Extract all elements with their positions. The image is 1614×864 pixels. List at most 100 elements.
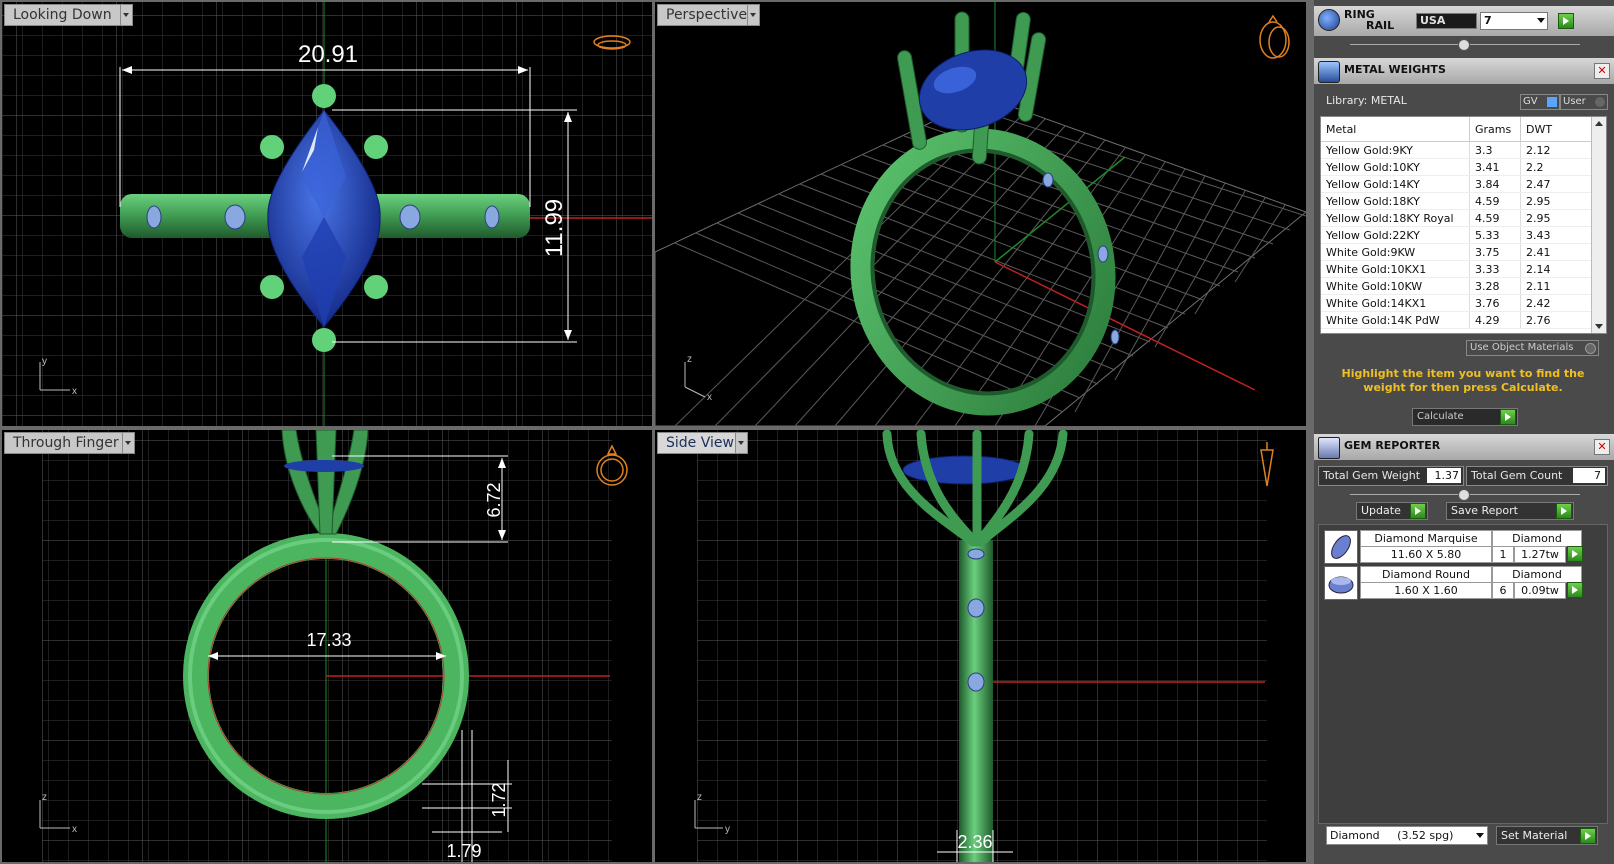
metal-table-row[interactable]: Yellow Gold:18KY 4.59 2.95 — [1321, 192, 1606, 210]
metal-table-row[interactable]: Yellow Gold:9KY 3.3 2.12 — [1321, 141, 1606, 159]
metal-table-row[interactable]: Yellow Gold:18KY Royal 4.59 2.95 — [1321, 209, 1606, 227]
grams-cell: 3.75 — [1469, 243, 1521, 261]
gem-select-button[interactable] — [1567, 546, 1583, 562]
viewport-side-title[interactable]: Side View — [657, 432, 743, 454]
ring-size-system[interactable]: USA — [1416, 13, 1477, 29]
metal-table-row[interactable]: White Gold:10KW 3.28 2.11 — [1321, 277, 1606, 295]
metal-table-row[interactable]: White Gold:14K PdW 4.29 2.76 — [1321, 311, 1606, 329]
set-material-button[interactable]: Set Material — [1496, 826, 1598, 845]
user-toggle[interactable]: User — [1560, 94, 1608, 110]
gem-select-button[interactable] — [1567, 582, 1583, 598]
metal-weights-header: METAL WEIGHTS ✕ — [1314, 58, 1614, 84]
metal-weights-hint: Highlight the item you want to find the … — [1341, 367, 1585, 394]
view-orient-icon-perspective[interactable] — [1259, 14, 1290, 59]
use-object-materials-label: Use Object Materials — [1470, 342, 1574, 353]
viewport-perspective[interactable]: zx Perspective — [655, 2, 1306, 426]
calculate-button[interactable]: Calculate — [1412, 408, 1518, 426]
ring-rail-slider[interactable] — [1350, 39, 1580, 51]
ring-size-value: 7 — [1484, 14, 1492, 27]
metal-table-row[interactable]: White Gold:14KX1 3.76 2.42 — [1321, 294, 1606, 312]
dim-prong-height-label: 6.72 — [484, 482, 504, 517]
save-report-button[interactable]: Save Report — [1446, 502, 1574, 520]
grams-column-header[interactable]: Grams — [1469, 117, 1521, 142]
metal-name-cell: Yellow Gold:22KY — [1321, 226, 1470, 244]
viewport-front[interactable]: 17.33 6.72 1.72 1.79 z x Through Finger — [2, 430, 652, 862]
total-gem-count-box: Total Gem Count 7 — [1466, 466, 1608, 486]
viewport-side-menu-arrow[interactable] — [735, 432, 748, 454]
gem-size: 1.60 X 1.60 — [1360, 582, 1492, 599]
viewport-perspective-canvas: zx — [655, 2, 1306, 426]
ring-rail-apply-button[interactable] — [1558, 13, 1574, 29]
metal-name-cell: Yellow Gold:9KY — [1321, 141, 1470, 159]
viewport-front-title[interactable]: Through Finger — [4, 432, 128, 454]
total-gem-weight-value: 1.37 — [1427, 468, 1461, 483]
metal-table-row[interactable]: Yellow Gold:22KY 5.33 3.43 — [1321, 226, 1606, 244]
viewport-side[interactable]: 2.36 z y Side View — [655, 430, 1306, 862]
gem-reporter-icon — [1318, 437, 1340, 459]
viewport-top-menu-arrow[interactable] — [120, 4, 133, 26]
metal-name-cell: White Gold:9KW — [1321, 243, 1470, 261]
dim-inner-diameter-label: 17.33 — [306, 630, 351, 650]
metal-table: Metal Grams DWT Yellow Gold:9KY 3.3 2.12 Ye… — [1321, 117, 1606, 329]
gem-material-dropdown[interactable]: Diamond (3.52 spg) — [1326, 826, 1488, 845]
update-button-label: Update — [1361, 504, 1401, 517]
gem-weight: 1.27tw — [1514, 546, 1566, 563]
metal-library-label: Library: METAL — [1326, 94, 1407, 107]
svg-text:z: z — [697, 792, 702, 803]
metal-table-container[interactable]: Metal Grams DWT Yellow Gold:9KY 3.3 2.12 Ye… — [1320, 116, 1607, 334]
metal-table-row[interactable]: White Gold:10KX1 3.33 2.14 — [1321, 260, 1606, 278]
gem-size: 11.60 X 5.80 — [1360, 546, 1492, 563]
viewport-front-menu-arrow[interactable] — [122, 432, 135, 454]
metal-weights-icon — [1318, 61, 1340, 83]
metal-weights-title: METAL WEIGHTS — [1344, 63, 1446, 76]
viewport-top-title[interactable]: Looking Down — [4, 4, 121, 26]
metal-name-cell: White Gold:14KX1 — [1321, 294, 1470, 312]
metal-table-row[interactable]: White Gold:9KW 3.75 2.41 — [1321, 243, 1606, 261]
ring-shank-side — [959, 540, 993, 862]
use-object-materials-toggle[interactable]: Use Object Materials — [1466, 340, 1599, 356]
viewport-front-canvas: 17.33 6.72 1.72 1.79 z x — [39, 430, 628, 862]
metal-table-scrollbar[interactable] — [1591, 117, 1606, 333]
gem-row[interactable]: Diamond Round Diamond 1.60 X 1.60 6 0.09… — [1324, 566, 1583, 600]
dim-width-label: 20.91 — [298, 41, 358, 68]
metal-column-header[interactable]: Metal — [1321, 117, 1470, 142]
ring-rail-slider-knob[interactable] — [1458, 39, 1470, 51]
svg-text:z: z — [687, 354, 692, 365]
metal-table-row[interactable]: Yellow Gold:14KY 3.84 2.47 — [1321, 175, 1606, 193]
grams-cell: 4.29 — [1469, 311, 1521, 329]
svg-text:y: y — [42, 356, 47, 367]
gem-slider[interactable] — [1350, 489, 1580, 501]
ring-size-dropdown[interactable]: 7 — [1480, 12, 1548, 30]
total-gem-count-value: 7 — [1573, 468, 1605, 483]
ring-band-perspective — [850, 128, 1116, 416]
gem-row[interactable]: Diamond Marquise Diamond 11.60 X 5.80 1 … — [1324, 530, 1583, 564]
viewport-perspective-title[interactable]: Perspective — [657, 4, 757, 26]
metal-name-cell: White Gold:10KX1 — [1321, 260, 1470, 278]
metal-name-cell: Yellow Gold:10KY — [1321, 158, 1470, 176]
gem-name: Diamond Marquise — [1360, 530, 1492, 547]
metal-weights-close-icon[interactable]: ✕ — [1594, 63, 1610, 79]
ring-rail-icon — [1318, 9, 1340, 31]
dim-shank-width-label: 2.36 — [957, 832, 992, 852]
metal-name-cell: White Gold:10KW — [1321, 277, 1470, 295]
grams-cell: 3.76 — [1469, 294, 1521, 312]
grams-cell: 4.59 — [1469, 209, 1521, 227]
gem-reporter-header: GEM REPORTER ✕ — [1314, 434, 1614, 460]
total-gem-weight-box: Total Gem Weight 1.37 — [1318, 466, 1464, 486]
gem-count: 6 — [1492, 582, 1514, 599]
metal-name-cell: Yellow Gold:14KY — [1321, 175, 1470, 193]
update-button[interactable]: Update — [1356, 502, 1428, 520]
round-gem-thumbnail-icon — [1324, 566, 1358, 600]
gem-reporter-close-icon[interactable]: ✕ — [1594, 439, 1610, 455]
ring-rail-title-line2: RAIL — [1366, 19, 1395, 32]
viewport-perspective-menu-arrow[interactable] — [747, 4, 760, 26]
total-gem-weight-label: Total Gem Weight — [1323, 469, 1421, 482]
viewport-top-canvas: 20.91 11.99 y x — [2, 2, 652, 426]
viewport-top[interactable]: 20.91 11.99 y x Looking Down — [2, 2, 652, 426]
total-gem-count-label: Total Gem Count — [1471, 469, 1563, 482]
gv-toggle[interactable]: GV — [1520, 94, 1560, 110]
gem-name: Diamond Round — [1360, 566, 1492, 583]
dim-height-label: 11.99 — [541, 199, 568, 257]
metal-table-row[interactable]: Yellow Gold:10KY 3.41 2.2 — [1321, 158, 1606, 176]
grams-cell: 5.33 — [1469, 226, 1521, 244]
